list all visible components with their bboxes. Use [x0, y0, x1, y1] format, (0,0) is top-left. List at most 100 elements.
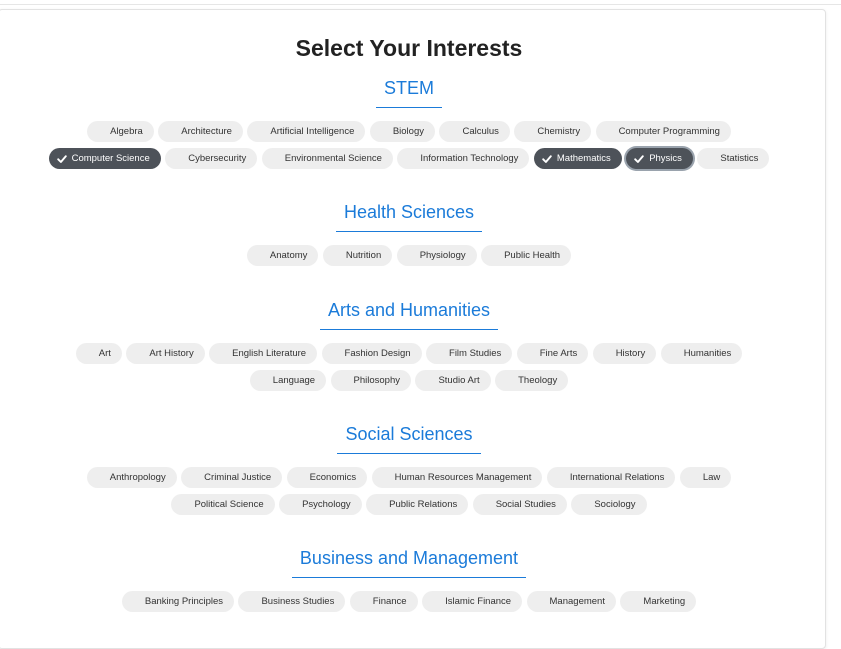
interest-chip-information-technology[interactable]: Information Technology: [397, 148, 530, 169]
chip-label: Information Technology: [420, 153, 519, 164]
chip-label: Environmental Science: [284, 153, 382, 164]
interest-chip-law[interactable]: Law: [679, 467, 732, 488]
section-social-sciences: Social Sciences Anthropology Criminal Ju…: [0, 423, 819, 521]
interest-chip-social-studies[interactable]: Social Studies: [472, 494, 567, 515]
interest-chip-human-resources-management[interactable]: Human Resources Management: [371, 467, 543, 488]
chip-label: Criminal Justice: [204, 472, 272, 483]
chip-label: English Literature: [232, 348, 307, 359]
interest-chip-environmental-science[interactable]: Environmental Science: [261, 148, 393, 169]
interest-chip-calculus[interactable]: Calculus: [439, 121, 510, 142]
section-title: Arts and Humanities: [319, 299, 499, 330]
interest-chip-economics[interactable]: Economics: [286, 467, 368, 488]
interest-chip-biology[interactable]: Biology: [369, 121, 435, 142]
interest-chip-political-science[interactable]: Political Science: [171, 494, 275, 515]
top-divider: [0, 4, 841, 5]
section-stem: STEM Algebra Architecture Artificial Int…: [0, 77, 819, 175]
chip-label: Sociology: [594, 499, 636, 510]
section-title: STEM: [375, 77, 442, 108]
chip-label: Human Resources Management: [394, 472, 532, 483]
chip-label: Calculus: [462, 126, 499, 137]
chip-group: Art Art History English Literature Fashi…: [0, 343, 819, 397]
interest-chip-anthropology[interactable]: Anthropology: [86, 467, 177, 488]
chip-label: Social Studies: [495, 499, 556, 510]
chip-label: Computer Programming: [618, 126, 720, 137]
interest-chip-architecture[interactable]: Architecture: [158, 121, 243, 142]
chip-group: Anthropology Criminal Justice Economics …: [0, 467, 819, 521]
chip-label: Philosophy: [353, 375, 400, 386]
chip-label: Biology: [392, 126, 424, 137]
interest-chip-finance[interactable]: Finance: [349, 591, 418, 612]
interest-chip-cybersecurity[interactable]: Cybersecurity: [165, 148, 258, 169]
interest-chip-statistics[interactable]: Statistics: [697, 148, 770, 169]
interest-chip-physiology[interactable]: Physiology: [396, 245, 477, 266]
chip-label: Physiology: [419, 250, 466, 261]
chip-label: Business Studies: [261, 596, 335, 607]
interest-chip-anatomy[interactable]: Anatomy: [246, 245, 319, 266]
chip-label: Language: [272, 375, 316, 386]
interest-chip-english-literature[interactable]: English Literature: [209, 343, 318, 364]
chip-label: Chemistry: [537, 126, 581, 137]
interest-chip-banking-principles[interactable]: Banking Principles: [121, 591, 235, 612]
section-business-and-management: Business and Management Banking Principl…: [0, 547, 819, 618]
interest-chip-algebra[interactable]: Algebra: [87, 121, 154, 142]
chip-label: Anatomy: [269, 250, 308, 261]
interest-chip-fashion-design[interactable]: Fashion Design: [321, 343, 422, 364]
interest-chip-computer-programming[interactable]: Computer Programming: [595, 121, 731, 142]
check-icon: [56, 154, 67, 164]
chip-group: Algebra Architecture Artificial Intellig…: [0, 121, 819, 175]
chip-label: Marketing: [643, 596, 686, 607]
interest-chip-fine-arts[interactable]: Fine Arts: [516, 343, 589, 364]
chip-group: Anatomy Nutrition Physiology Public Heal…: [0, 245, 819, 272]
interest-chip-art[interactable]: Art: [75, 343, 122, 364]
interest-chip-sociology[interactable]: Sociology: [571, 494, 647, 515]
interest-chip-business-studies[interactable]: Business Studies: [238, 591, 346, 612]
interest-chip-art-history[interactable]: Art History: [126, 343, 205, 364]
section-title: Health Sciences: [335, 201, 483, 232]
interest-chip-philosophy[interactable]: Philosophy: [330, 370, 411, 391]
interest-chip-language[interactable]: Language: [249, 370, 327, 391]
interest-chip-international-relations[interactable]: International Relations: [546, 467, 676, 488]
interest-chip-public-relations[interactable]: Public Relations: [366, 494, 469, 515]
section-title: Business and Management: [291, 547, 527, 578]
chip-label: Architecture: [181, 126, 232, 137]
interest-chip-management[interactable]: Management: [526, 591, 616, 612]
chip-label: Mathematics: [556, 153, 611, 164]
chip-label: Economics: [309, 472, 357, 483]
chip-label: Cybersecurity: [188, 153, 247, 164]
chip-label: Nutrition: [345, 250, 382, 261]
chip-label: Finance: [372, 596, 407, 607]
chip-label: Management: [549, 596, 605, 607]
chip-label: Anthropology: [109, 472, 166, 483]
chip-group: Banking Principles Business Studies Fina…: [0, 591, 819, 618]
interest-chip-physics[interactable]: Physics: [626, 148, 693, 169]
section-arts-and-humanities: Arts and Humanities Art Art History Engl…: [0, 299, 819, 397]
check-icon: [542, 154, 552, 164]
interest-chip-studio-art[interactable]: Studio Art: [415, 370, 491, 391]
check-icon: [634, 154, 644, 164]
interest-chip-artificial-intelligence[interactable]: Artificial Intelligence: [247, 121, 366, 142]
section-health-sciences: Health Sciences Anatomy Nutrition Physio…: [0, 201, 819, 272]
chip-label: Computer Science: [71, 153, 150, 164]
interest-chip-criminal-justice[interactable]: Criminal Justice: [181, 467, 283, 488]
interest-chip-film-studies[interactable]: Film Studies: [426, 343, 513, 364]
interest-chip-mathematics[interactable]: Mathematics: [533, 148, 622, 169]
chip-label: Banking Principles: [144, 596, 224, 607]
interest-chip-public-health[interactable]: Public Health: [481, 245, 572, 266]
chip-label: Fashion Design: [344, 348, 411, 359]
chip-label: Algebra: [110, 126, 143, 137]
interest-chip-chemistry[interactable]: Chemistry: [514, 121, 592, 142]
interest-chip-humanities[interactable]: Humanities: [660, 343, 743, 364]
interest-chip-islamic-finance[interactable]: Islamic Finance: [422, 591, 523, 612]
chip-label: Art: [98, 348, 111, 359]
interest-chip-theology[interactable]: Theology: [495, 370, 569, 391]
interest-chip-psychology[interactable]: Psychology: [279, 494, 362, 515]
interest-chip-nutrition[interactable]: Nutrition: [322, 245, 393, 266]
interest-chip-history[interactable]: History: [592, 343, 657, 364]
chip-label: Artificial Intelligence: [270, 126, 355, 137]
interest-chip-marketing[interactable]: Marketing: [620, 591, 697, 612]
chip-label: International Relations: [569, 472, 665, 483]
chip-label: Psychology: [302, 499, 351, 510]
interests-card: Select Your Interests STEM Algebra Archi…: [0, 9, 826, 649]
interest-chip-computer-science[interactable]: Computer Science: [48, 148, 161, 169]
chip-label: Public Health: [504, 250, 561, 261]
